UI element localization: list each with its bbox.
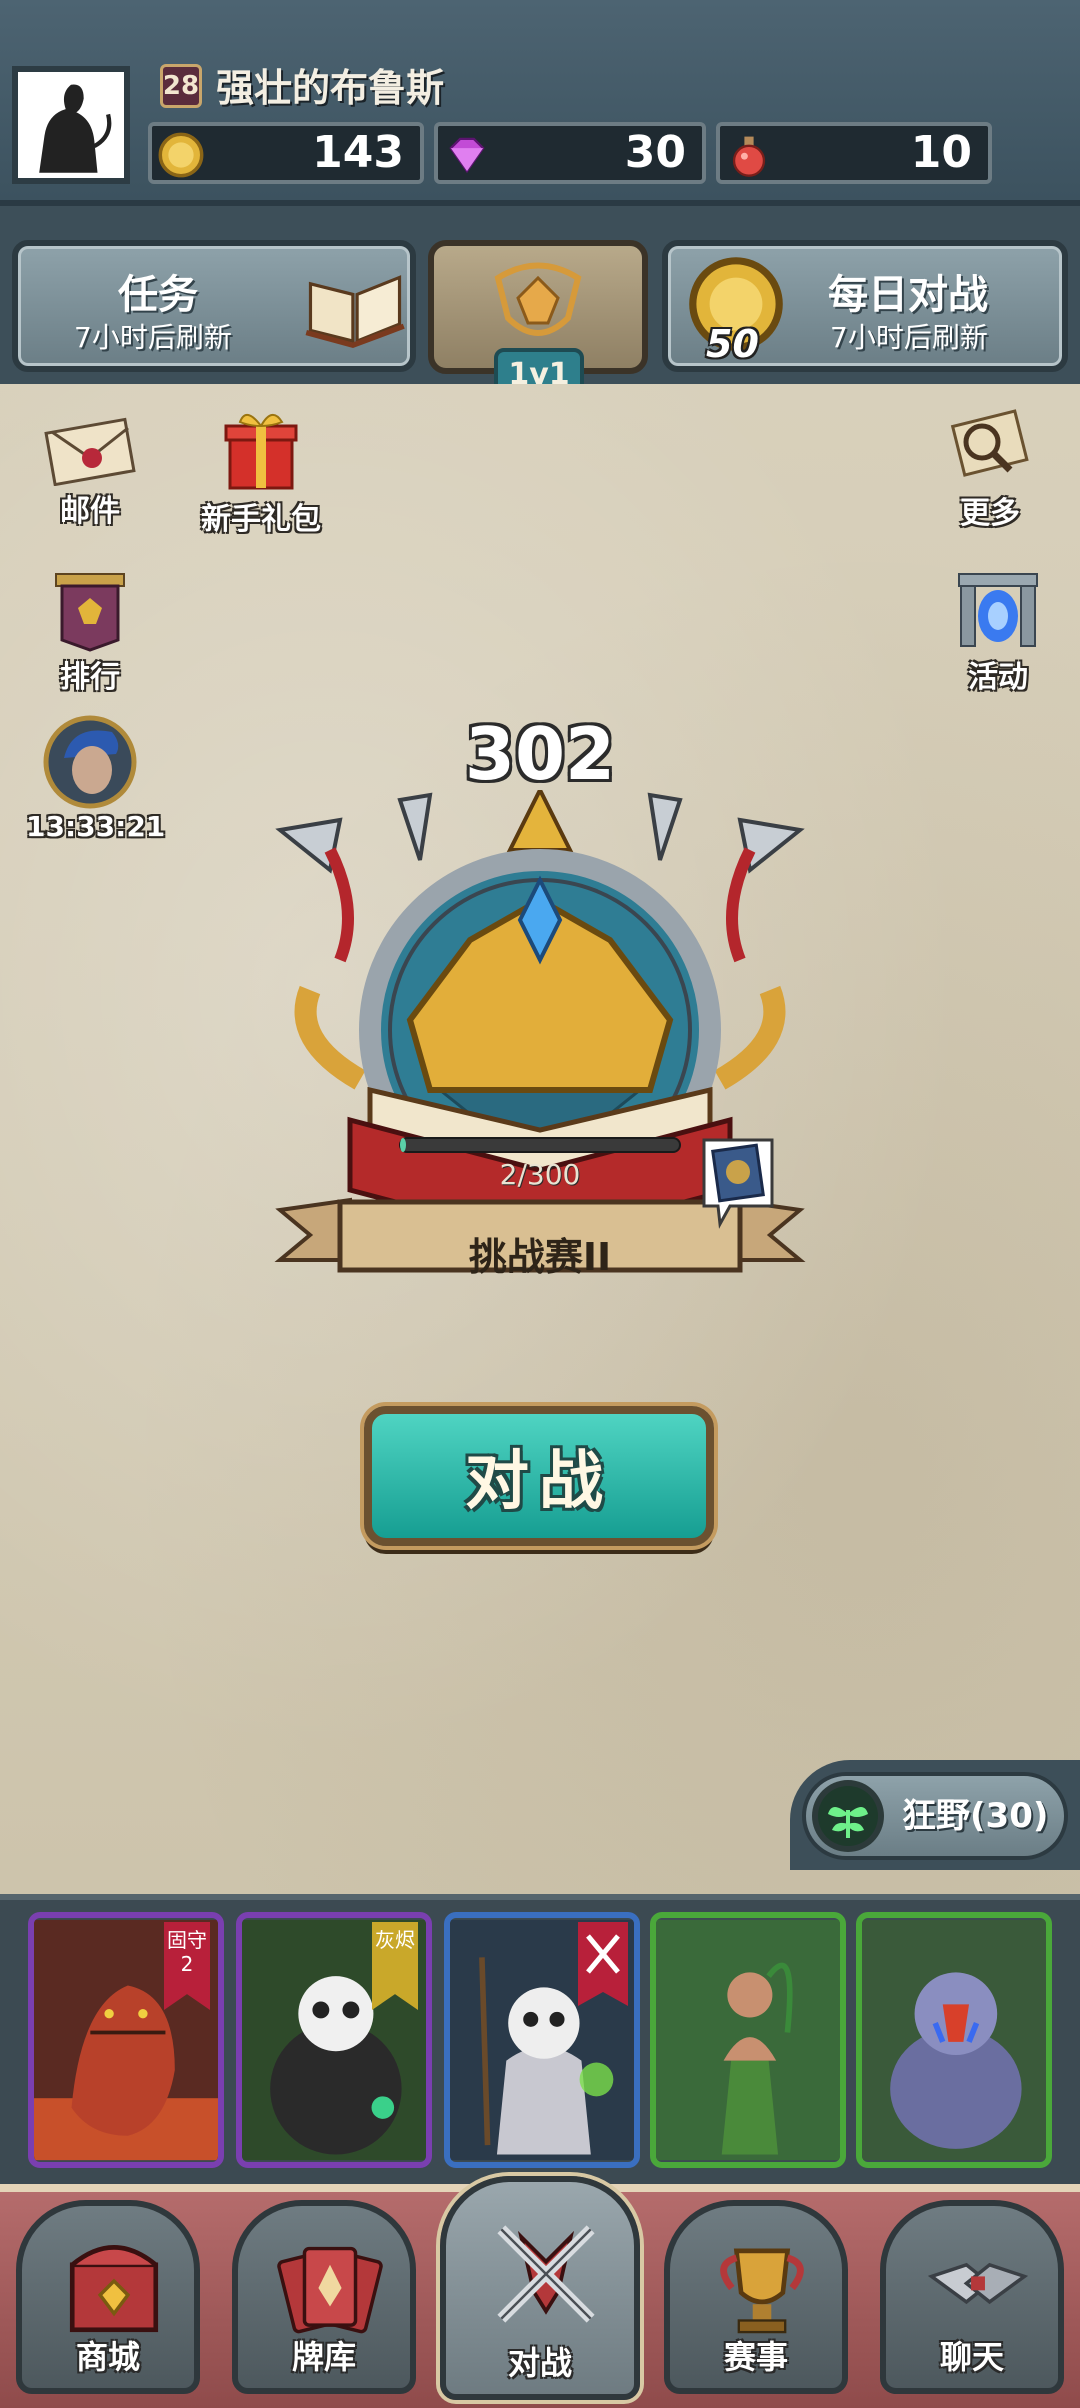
- gold-value: 143: [312, 127, 404, 178]
- nav-battle[interactable]: 对战: [440, 2176, 640, 2400]
- hero-timer-button[interactable]: 13:33:21: [26, 714, 165, 843]
- rank-button[interactable]: 排行: [30, 568, 150, 696]
- gem-icon: [449, 137, 485, 174]
- gem-value: 30: [624, 127, 686, 178]
- nav-chat[interactable]: 聊天: [880, 2200, 1064, 2394]
- events-label: 活动: [968, 660, 1028, 695]
- mail-label: 邮件: [60, 494, 120, 529]
- battle-button-label: 对战: [465, 1445, 613, 1519]
- hero-portrait-icon: [43, 715, 137, 809]
- battle-button[interactable]: 对战: [364, 1406, 714, 1546]
- player-name: 强壮的布鲁斯: [216, 66, 445, 110]
- gift-box-icon: [224, 414, 298, 490]
- tasks-subtitle: 7小时后刷新: [74, 321, 232, 354]
- gold-coin-icon: [158, 132, 204, 178]
- map-magnifier-icon: [950, 409, 1029, 477]
- potion-icon: [732, 136, 766, 177]
- daily-battle-button[interactable]: 50 每日对战 7小时后刷新: [662, 240, 1068, 372]
- more-button[interactable]: 更多: [930, 404, 1050, 532]
- hero-timer: 13:33:21: [26, 810, 166, 843]
- nav-battle-label: 对战: [507, 2344, 572, 2382]
- panda-shaman-card[interactable]: [444, 1912, 640, 2168]
- card-lock-ribbon-icon: [578, 1922, 628, 2006]
- rank-label: 排行: [60, 660, 120, 695]
- jungle-hero-card[interactable]: [650, 1912, 846, 2168]
- card-deck-icon: [277, 2246, 383, 2334]
- deck-label: 狂野(30): [902, 1796, 1049, 1836]
- treasure-chest-icon: [69, 2245, 159, 2333]
- mandrill-art: [862, 1919, 1046, 2161]
- nav-shop-label: 商城: [75, 2338, 140, 2376]
- potion-value: 10: [910, 127, 972, 178]
- events-button[interactable]: 活动: [938, 568, 1058, 696]
- tasks-button[interactable]: 任务 7小时后刷新: [12, 240, 416, 372]
- daily-battle-title: 每日对战: [828, 272, 988, 318]
- mandrill-card[interactable]: [856, 1912, 1052, 2168]
- nav-events-label: 赛事: [723, 2338, 788, 2376]
- top-header: 28 强壮的布鲁斯 143 30 10: [0, 0, 1080, 206]
- rank-crest-icon: [494, 262, 582, 336]
- mail-button[interactable]: 邮件: [30, 414, 150, 530]
- daily-battle-subtitle: 7小时后刷新: [830, 321, 988, 354]
- leaf-sprout-icon: [818, 1786, 878, 1846]
- rank-score: 302: [464, 712, 616, 796]
- reward-chat-bubble[interactable]: [698, 1134, 778, 1230]
- deck-selector-button[interactable]: 狂野(30): [802, 1772, 1068, 1860]
- wild-deck-icon: [812, 1780, 884, 1852]
- player-avatar[interactable]: [12, 66, 130, 184]
- avatar-silhouette-icon: [18, 72, 124, 178]
- rank-tier-name: 挑战赛II: [468, 1235, 612, 1279]
- mail-icon: [44, 417, 136, 486]
- trophy-icon: [720, 2248, 804, 2334]
- nav-events[interactable]: 赛事: [664, 2200, 848, 2394]
- gem-counter[interactable]: 30: [434, 122, 706, 184]
- tasks-title: 任务: [118, 272, 198, 318]
- crossed-swords-icon: [497, 2225, 595, 2323]
- starter-pack-button[interactable]: 新手礼包: [186, 404, 336, 538]
- nav-deck-label: 牌库: [291, 2338, 356, 2376]
- jungle-hero-art: [656, 1919, 840, 2161]
- nav-shop[interactable]: 商城: [16, 2200, 200, 2394]
- panda-warrior-card[interactable]: 灰烬: [236, 1912, 432, 2168]
- ranking-banner-icon: [55, 573, 125, 652]
- nav-chat-label: 聊天: [939, 2338, 1004, 2376]
- starter-pack-label: 新手礼包: [201, 502, 321, 537]
- handshake-icon: [927, 2262, 1029, 2305]
- player-level-badge: 28: [160, 64, 202, 108]
- rank-progress-text: 2/300: [499, 1158, 581, 1191]
- portal-icon: [958, 573, 1038, 647]
- gold-counter[interactable]: 143: [148, 122, 424, 184]
- more-label: 更多: [960, 496, 1020, 531]
- book-icon: [305, 275, 405, 349]
- rank-progress-fill: [400, 1138, 406, 1152]
- potion-counter[interactable]: 10: [716, 122, 992, 184]
- nav-deck[interactable]: 牌库: [232, 2200, 416, 2394]
- tiger-card[interactable]: 固守2: [28, 1912, 224, 2168]
- daily-coin-amount: 50: [706, 322, 759, 366]
